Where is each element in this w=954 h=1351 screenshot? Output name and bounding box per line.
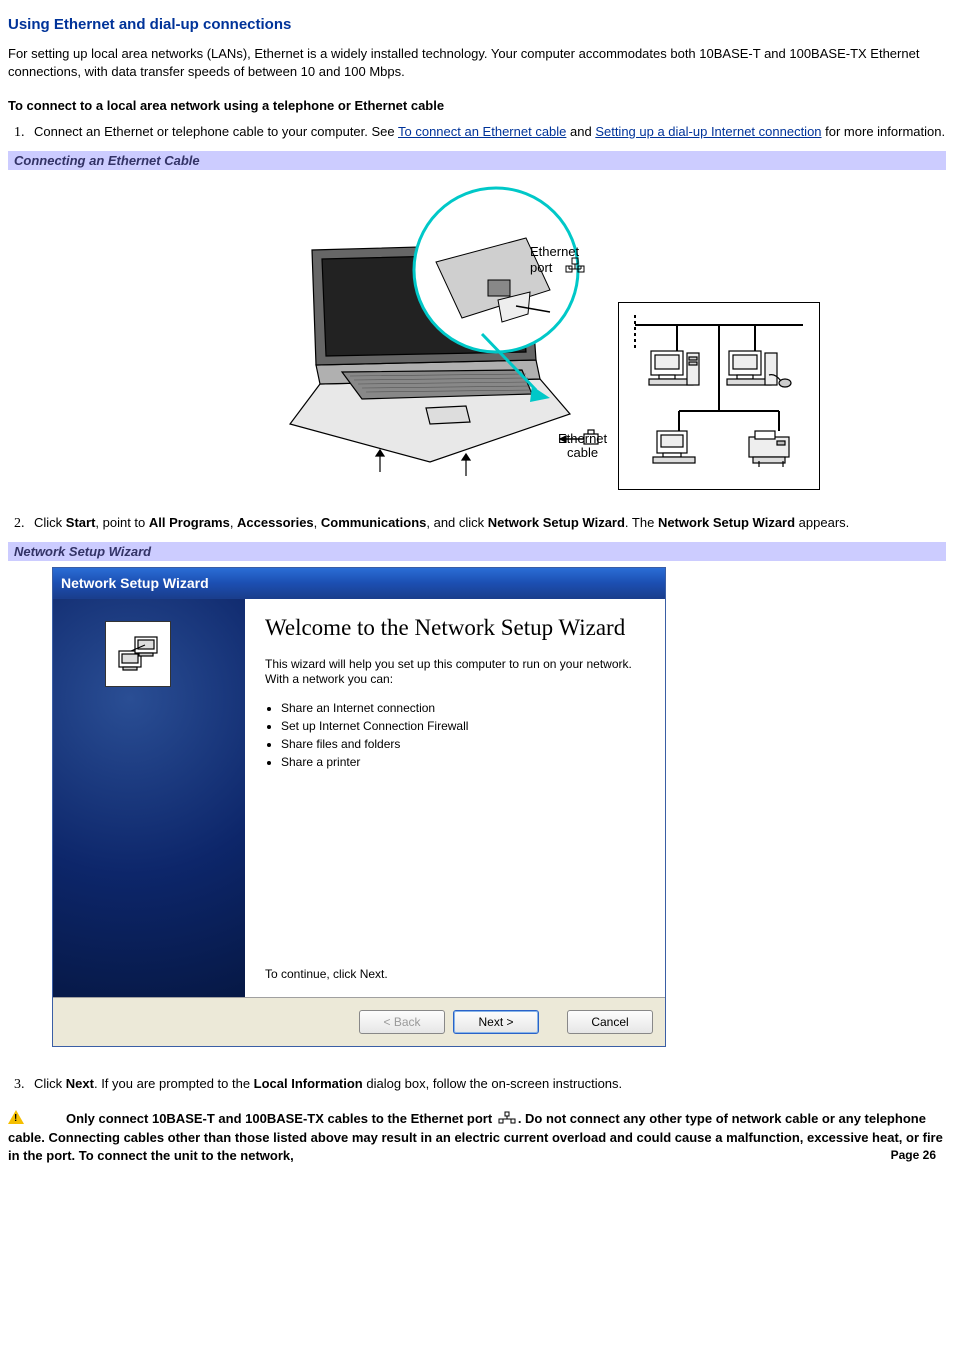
wizard-continue-text: To continue, click Next. <box>265 967 647 981</box>
wizard-left-pane <box>53 599 245 997</box>
step-2: Click Start, point to All Programs, Acce… <box>28 514 946 534</box>
kw-nsw2: Network Setup Wizard <box>658 515 795 530</box>
t: Click <box>34 1076 66 1091</box>
page-number: Page 26 <box>891 1147 936 1163</box>
warning-icon <box>8 1110 24 1124</box>
connect-heading: To connect to a local area network using… <box>8 98 946 113</box>
wizard-bullet-list: Share an Internet connection Set up Inte… <box>281 699 647 771</box>
t: . The <box>625 515 658 530</box>
wizard-description: This wizard will help you set up this co… <box>265 657 647 687</box>
t: , and click <box>426 515 487 530</box>
ethernet-port-icon <box>498 1111 516 1130</box>
step-1: Connect an Ethernet or telephone cable t… <box>28 123 946 143</box>
link-dialup-setup[interactable]: Setting up a dial-up Internet connection <box>595 124 821 139</box>
kw-all-programs: All Programs <box>149 515 230 530</box>
wizard-titlebar: Network Setup Wizard <box>53 568 665 599</box>
t: dialog box, follow the on-screen instruc… <box>363 1076 622 1091</box>
wizard-content-pane: Welcome to the Network Setup Wizard This… <box>245 599 665 997</box>
wizard-bullet: Set up Internet Connection Firewall <box>281 717 647 735</box>
kw-local-info: Local Information <box>254 1076 363 1091</box>
step1-mid: and <box>566 124 595 139</box>
ethernet-cable-label: Ethernet cable <box>558 432 607 461</box>
t: . If you are prompted to the <box>94 1076 254 1091</box>
step-3: Click Next. If you are prompted to the L… <box>28 1075 946 1095</box>
wizard-bullet: Share a printer <box>281 753 647 771</box>
kw-accessories: Accessories <box>237 515 314 530</box>
wizard-network-icon <box>105 621 171 687</box>
step1-before: Connect an Ethernet or telephone cable t… <box>34 124 398 139</box>
figure-ethernet-cable: Ethernet port Ethernet cable <box>8 170 946 508</box>
page-title: Using Ethernet and dial-up connections <box>8 16 946 33</box>
t: appears. <box>795 515 849 530</box>
network-diagram-box <box>618 302 820 490</box>
wizard-button-row: < Back Next > Cancel <box>53 997 665 1046</box>
wizard-back-button: < Back <box>359 1010 445 1034</box>
warning-text-a: Only connect 10BASE-T and 100BASE-TX cab… <box>66 1111 496 1126</box>
step1-after: for more information. <box>822 124 946 139</box>
kw-nsw: Network Setup Wizard <box>488 515 625 530</box>
intro-paragraph: For setting up local area networks (LANs… <box>8 45 946 80</box>
kw-start: Start <box>66 515 96 530</box>
kw-communications: Communications <box>321 515 426 530</box>
caption-wizard: Network Setup Wizard <box>8 542 946 561</box>
t: , point to <box>95 515 148 530</box>
ethernet-port-label: Ethernet port <box>530 244 579 275</box>
kw-next: Next <box>66 1076 94 1091</box>
wizard-next-button[interactable]: Next > <box>453 1010 539 1034</box>
wizard-cancel-button[interactable]: Cancel <box>567 1010 653 1034</box>
wizard-heading: Welcome to the Network Setup Wizard <box>265 615 647 641</box>
t: , <box>314 515 321 530</box>
warning-block: Only connect 10BASE-T and 100BASE-TX cab… <box>8 1109 946 1165</box>
t: Click <box>34 515 66 530</box>
t: , <box>230 515 237 530</box>
caption-ethernet-cable: Connecting an Ethernet Cable <box>8 151 946 170</box>
wizard-bullet: Share an Internet connection <box>281 699 647 717</box>
wizard-bullet: Share files and folders <box>281 735 647 753</box>
wizard-window: Network Setup Wizard <box>52 567 666 1047</box>
link-connect-ethernet[interactable]: To connect an Ethernet cable <box>398 124 566 139</box>
